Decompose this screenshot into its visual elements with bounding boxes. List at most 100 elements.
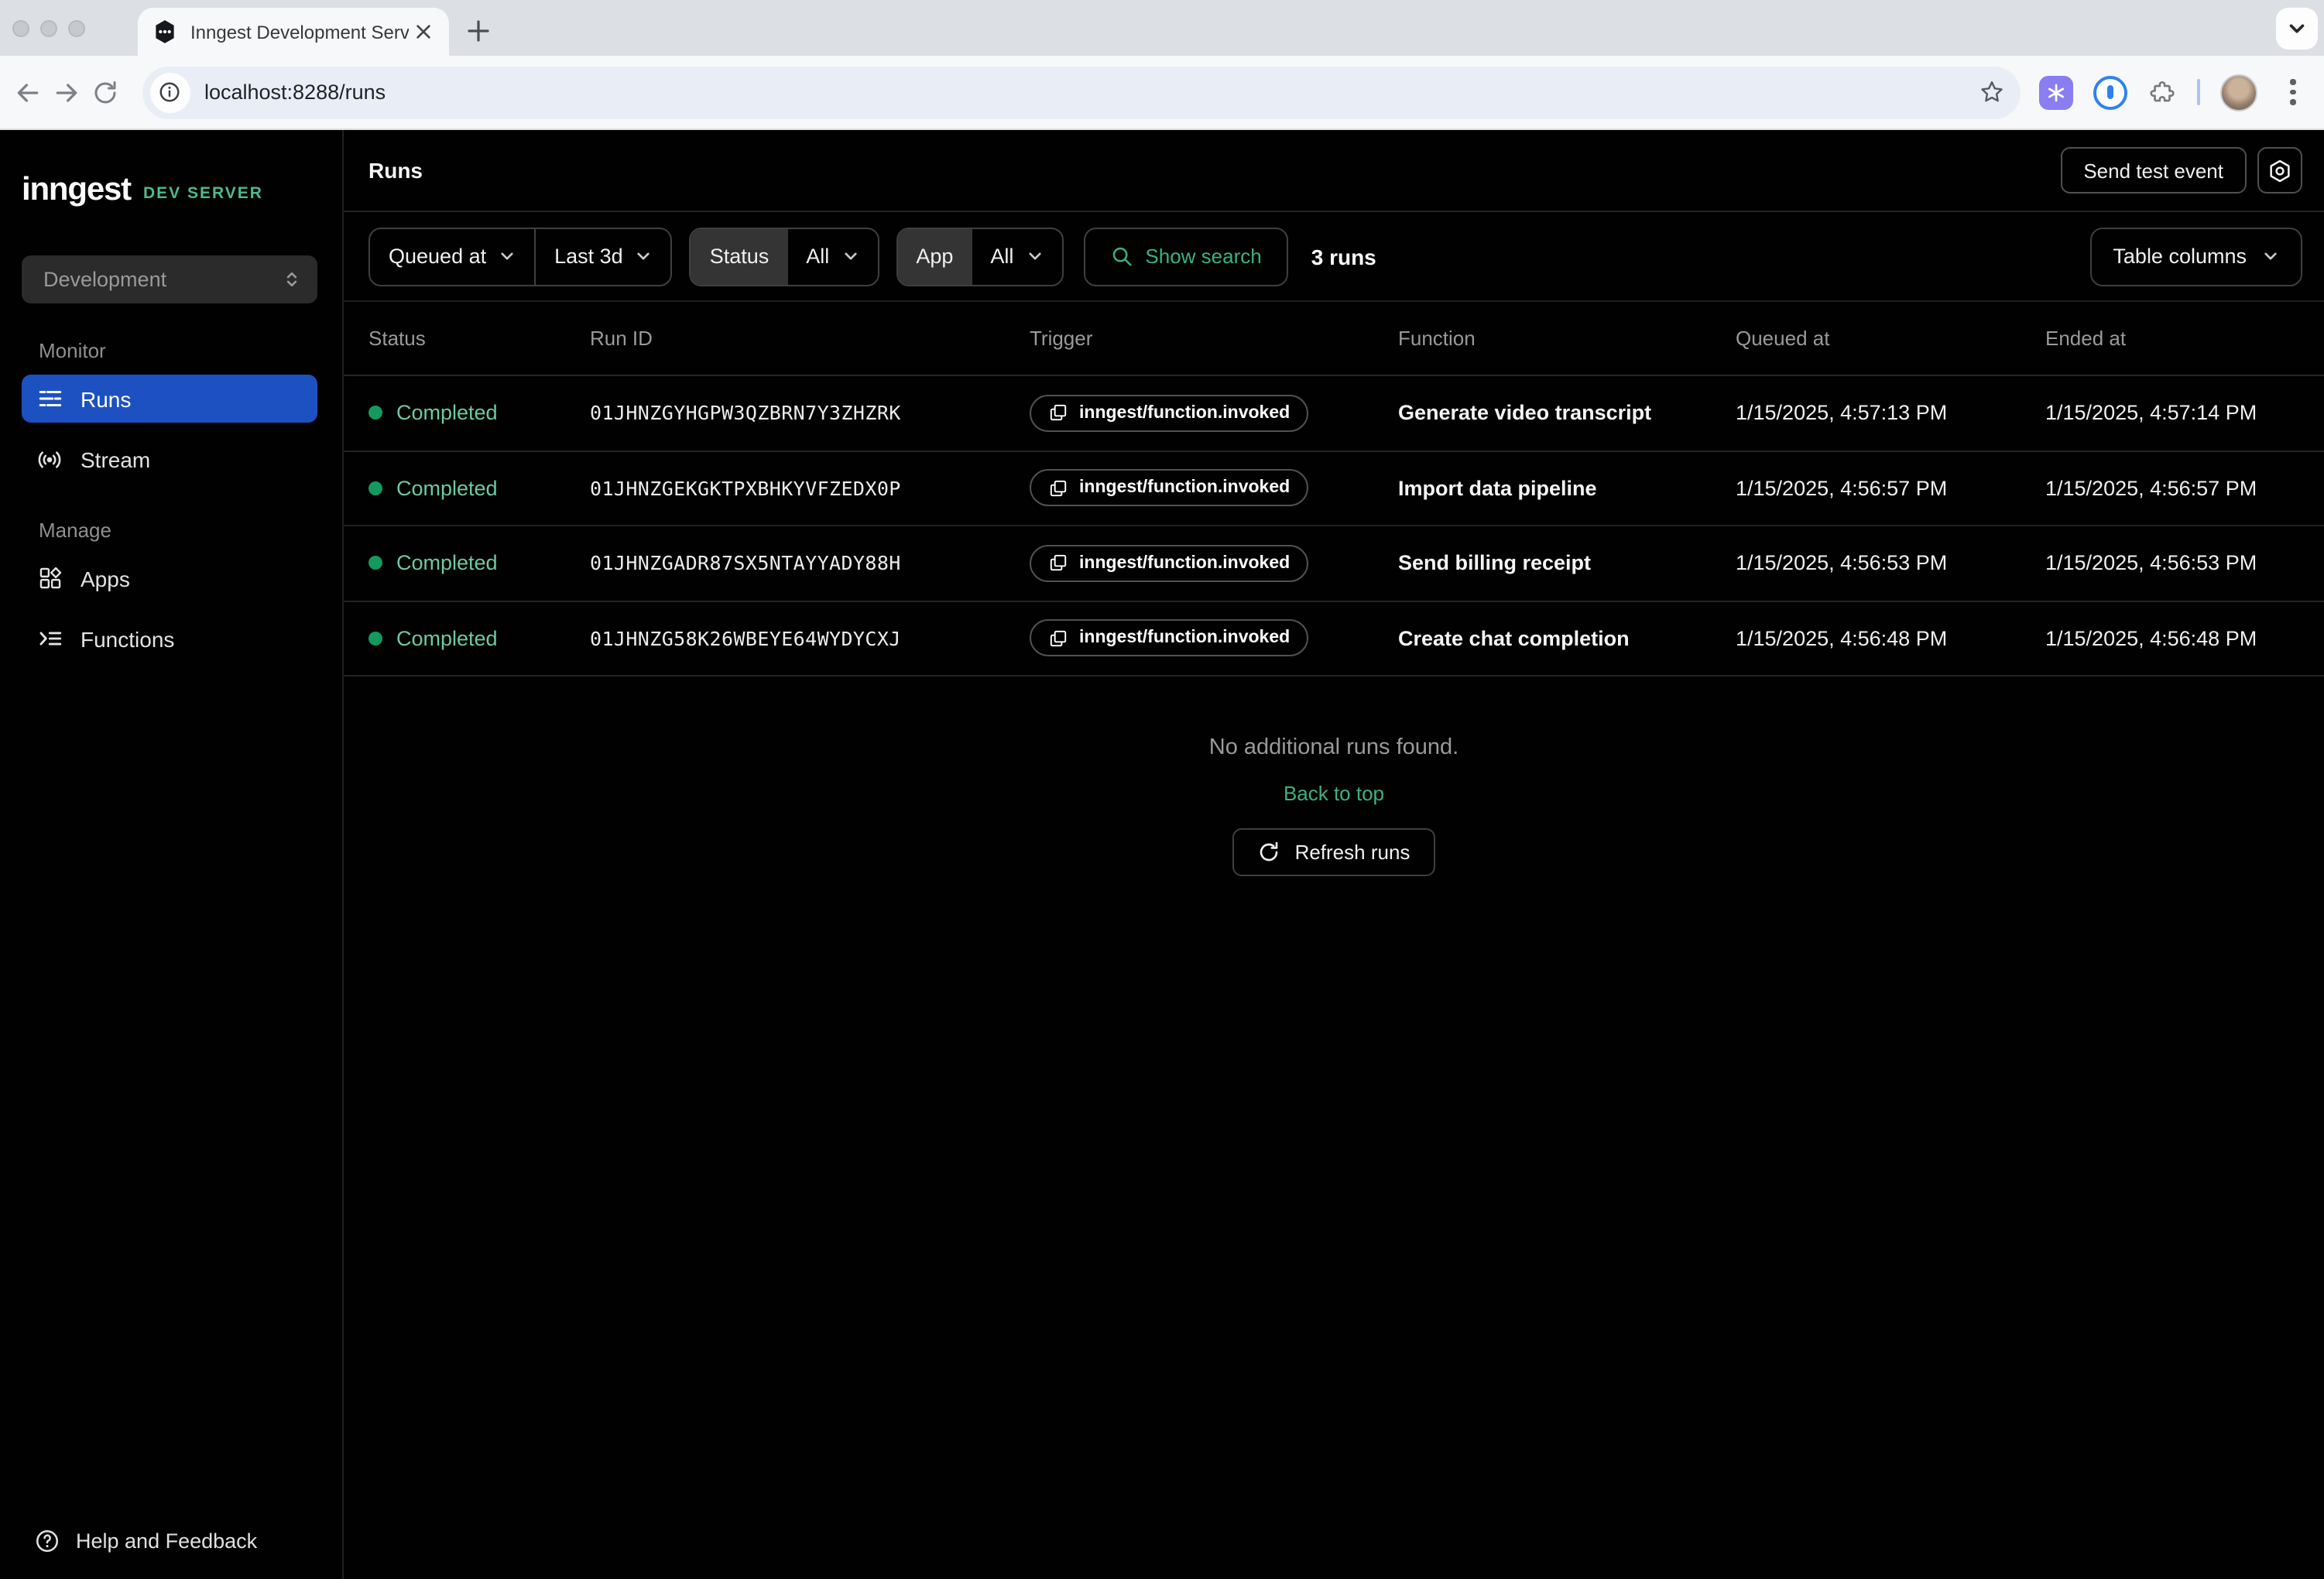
app-filter: App All: [896, 227, 1063, 286]
run-id-cell[interactable]: 01JHNZGADR87SX5NTAYYADY88H: [590, 552, 1030, 575]
functions-code-icon: [36, 625, 63, 652]
onepassword-icon[interactable]: [2093, 75, 2127, 109]
help-question-icon: [34, 1528, 60, 1554]
column-header-run-id: Run ID: [590, 327, 1030, 350]
tab-close-icon[interactable]: [409, 18, 437, 46]
table-footer: No additional runs found. Back to top Re…: [344, 676, 2324, 876]
inngest-app: inngest DEV SERVER Development Monitor R…: [0, 130, 2324, 1579]
table-row[interactable]: Completed 01JHNZG58K26WBEYE64WYDYCXJ inn…: [344, 601, 2324, 676]
ended-at-cell: 1/15/2025, 4:56:48 PM: [2045, 627, 2302, 650]
back-to-top-link[interactable]: Back to top: [1284, 782, 1384, 805]
sidebar-item-apps[interactable]: Apps: [22, 554, 317, 602]
trigger-cell: inngest/function.invoked: [1030, 620, 1398, 657]
table-row[interactable]: Completed 01JHNZGADR87SX5NTAYYADY88H inn…: [344, 526, 2324, 601]
sidebar-item-label: Apps: [81, 566, 130, 591]
url-text[interactable]: localhost:8288/runs: [204, 80, 1979, 104]
chevron-down-icon: [636, 248, 653, 265]
queued-at-cell: 1/15/2025, 4:56:48 PM: [1736, 627, 2045, 650]
status-dot-completed: [368, 406, 382, 420]
run-id-cell[interactable]: 01JHNZG58K26WBEYE64WYDYCXJ: [590, 627, 1030, 650]
new-tab-button[interactable]: [458, 11, 499, 51]
ended-at-cell: 1/15/2025, 4:56:53 PM: [2045, 552, 2302, 575]
runs-list-icon: [36, 385, 63, 412]
browser-toolbar: localhost:8288/runs: [0, 56, 2324, 130]
status-cell: Completed: [368, 627, 590, 650]
url-bar[interactable]: localhost:8288/runs: [142, 66, 2021, 118]
no-additional-runs-text: No additional runs found.: [344, 735, 2324, 760]
apps-grid-icon: [36, 565, 63, 591]
queued-at-cell: 1/15/2025, 4:57:13 PM: [1736, 402, 2045, 425]
window-zoom-button[interactable]: [68, 19, 85, 36]
chevron-up-down-icon: [282, 269, 302, 289]
trigger-event-pill[interactable]: inngest/function.invoked: [1030, 470, 1308, 507]
sidebar-item-functions[interactable]: Functions: [22, 615, 317, 663]
send-test-event-button[interactable]: Send test event: [2060, 147, 2247, 194]
profile-avatar[interactable]: [2220, 74, 2257, 111]
queued-at-cell: 1/15/2025, 4:56:57 PM: [1736, 477, 2045, 500]
inngest-logo: inngest: [22, 172, 131, 209]
inngest-favicon: [152, 19, 178, 45]
time-range-dropdown[interactable]: Last 3d: [534, 228, 671, 284]
logo-row: inngest DEV SERVER: [22, 172, 320, 209]
environment-select[interactable]: Development: [22, 255, 317, 303]
sidebar-item-stream[interactable]: Stream: [22, 435, 317, 483]
forward-icon[interactable]: [49, 70, 85, 114]
refresh-runs-button[interactable]: Refresh runs: [1233, 828, 1435, 876]
browser-tab-strip: Inngest Development Server: [0, 0, 2324, 56]
function-cell[interactable]: Import data pipeline: [1398, 477, 1736, 500]
browser-tab[interactable]: Inngest Development Server: [138, 8, 449, 56]
time-field-dropdown[interactable]: Queued at: [370, 228, 534, 284]
settings-gear-icon[interactable]: [2257, 147, 2302, 194]
status-filter: Status All: [690, 227, 879, 286]
status-filter-dropdown[interactable]: All: [787, 228, 877, 284]
search-icon: [1109, 245, 1133, 268]
trigger-event-pill[interactable]: inngest/function.invoked: [1030, 620, 1308, 657]
chevron-down-icon: [842, 248, 859, 265]
function-cell[interactable]: Generate video transcript: [1398, 402, 1736, 425]
back-icon[interactable]: [9, 70, 46, 114]
trigger-cell: inngest/function.invoked: [1030, 395, 1398, 432]
status-cell: Completed: [368, 402, 590, 425]
bookmark-star-icon[interactable]: [1979, 79, 2005, 105]
show-search-button[interactable]: Show search: [1083, 227, 1287, 286]
sidebar-item-label: Functions: [81, 626, 174, 651]
puzzle-extension-icon[interactable]: [2147, 77, 2177, 107]
column-header-ended-at: Ended at: [2045, 327, 2302, 350]
stream-broadcast-icon: [36, 445, 63, 473]
window-minimize-button[interactable]: [40, 19, 57, 36]
time-filter: Queued at Last 3d: [368, 227, 673, 286]
page-header: Runs Send test event: [344, 130, 2324, 212]
function-cell[interactable]: Create chat completion: [1398, 627, 1736, 650]
run-id-cell[interactable]: 01JHNZGEKGKTPXBHKYVFZEDX0P: [590, 477, 1030, 500]
extension-purple-icon[interactable]: [2039, 75, 2073, 109]
chevron-down-icon: [2262, 248, 2279, 265]
screen: Inngest Development Server localhost:828…: [0, 0, 2324, 1579]
tab-search-chevron-icon[interactable]: [2276, 8, 2318, 50]
reload-icon[interactable]: [87, 70, 124, 114]
trigger-event-pill[interactable]: inngest/function.invoked: [1030, 395, 1308, 432]
trigger-cell: inngest/function.invoked: [1030, 470, 1398, 507]
dev-server-badge: DEV SERVER: [143, 183, 263, 202]
status-filter-label: Status: [691, 228, 788, 284]
column-header-function: Function: [1398, 327, 1736, 350]
extensions-area: [2039, 74, 2309, 111]
table-columns-dropdown[interactable]: Table columns: [2089, 227, 2302, 286]
status-cell: Completed: [368, 552, 590, 575]
window-close-button[interactable]: [12, 19, 29, 36]
site-info-icon[interactable]: [150, 72, 190, 112]
refresh-icon: [1258, 841, 1281, 864]
run-id-cell[interactable]: 01JHNZGYHGPW3QZBRN7Y3ZHZRK: [590, 402, 1030, 425]
status-dot-completed: [368, 557, 382, 570]
app-filter-dropdown[interactable]: All: [972, 228, 1061, 284]
function-cell[interactable]: Send billing receipt: [1398, 552, 1736, 575]
table-row[interactable]: Completed 01JHNZGEKGKTPXBHKYVFZEDX0P inn…: [344, 451, 2324, 526]
sidebar-item-runs[interactable]: Runs: [22, 375, 317, 423]
trigger-event-pill[interactable]: inngest/function.invoked: [1030, 545, 1308, 582]
help-and-feedback[interactable]: Help and Feedback: [0, 1528, 342, 1579]
main-content: Runs Send test event Queued at Last 3d: [344, 130, 2324, 1579]
status-cell: Completed: [368, 477, 590, 500]
ended-at-cell: 1/15/2025, 4:57:14 PM: [2045, 402, 2302, 425]
column-header-trigger: Trigger: [1030, 327, 1398, 350]
table-row[interactable]: Completed 01JHNZGYHGPW3QZBRN7Y3ZHZRK inn…: [344, 376, 2324, 451]
browser-menu-kebab-icon[interactable]: [2278, 80, 2309, 105]
